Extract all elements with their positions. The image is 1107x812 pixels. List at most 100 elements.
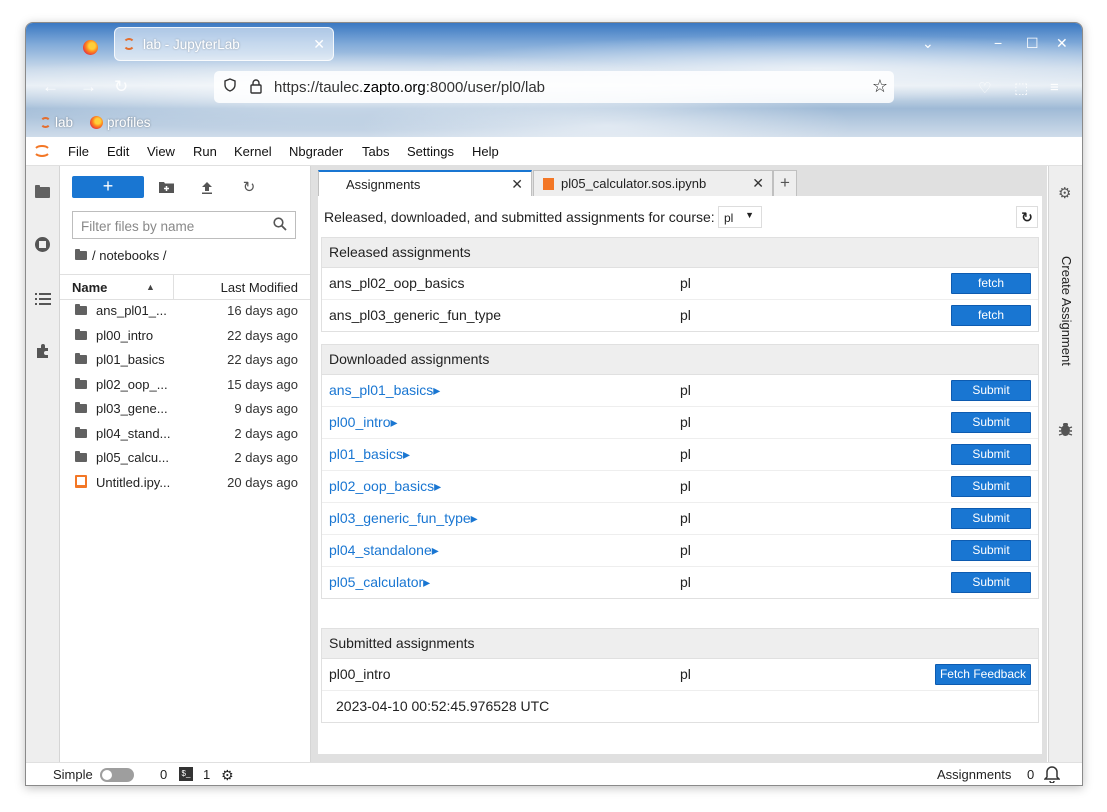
menu-settings[interactable]: Settings <box>407 144 454 159</box>
submit-button[interactable]: Submit <box>951 508 1031 529</box>
lock-icon[interactable] <box>250 79 262 94</box>
pocket-icon[interactable]: ♡ <box>978 79 991 97</box>
file-modified: 2 days ago <box>234 426 298 441</box>
file-browser-panel: + ↻ Filter files by name / notebooks / N… <box>60 166 311 762</box>
folder-icon <box>75 378 87 389</box>
extensions-icon[interactable]: ⬚ <box>1014 79 1028 97</box>
breadcrumb-path[interactable]: / notebooks / <box>92 248 166 263</box>
bell-icon[interactable] <box>1044 766 1060 783</box>
file-row[interactable]: ans_pl01_... 16 days ago <box>60 298 310 322</box>
reload-icon[interactable]: ↻ <box>114 77 128 97</box>
folder-icon <box>75 427 87 438</box>
property-inspector-icon[interactable]: ⚙ <box>1058 184 1071 202</box>
maximize-icon[interactable]: ☐ <box>1026 35 1039 52</box>
extension-manager-icon[interactable] <box>34 342 51 359</box>
column-divider[interactable] <box>173 275 174 299</box>
table-of-contents-icon[interactable] <box>34 290 51 307</box>
bookmark-star-icon[interactable]: ☆ <box>872 76 888 97</box>
submission-timestamp: 2023-04-10 00:52:45.976528 UTC <box>336 698 550 714</box>
submit-button[interactable]: Submit <box>951 444 1031 465</box>
terminal-icon[interactable]: $_ <box>179 767 193 781</box>
tab-list-chevron-icon[interactable]: ⌄ <box>922 35 934 52</box>
file-row[interactable]: Untitled.ipy... 20 days ago <box>60 470 310 494</box>
menu-run[interactable]: Run <box>193 144 217 159</box>
minimize-icon[interactable]: − <box>994 35 1002 51</box>
submit-button[interactable]: Submit <box>951 476 1031 497</box>
assignment-link[interactable]: pl05_calculator▸ <box>329 574 430 591</box>
browser-tab[interactable]: lab - JupyterLab ✕ <box>114 27 334 61</box>
section-title: Released assignments <box>329 244 471 260</box>
menu-nbgrader[interactable]: Nbgrader <box>289 144 343 159</box>
menu-tabs[interactable]: Tabs <box>362 144 389 159</box>
file-name: Untitled.ipy... <box>96 475 171 490</box>
upload-icon[interactable] <box>196 176 218 198</box>
menu-view[interactable]: View <box>147 144 175 159</box>
column-name-header[interactable]: Name <box>72 280 107 295</box>
close-tab-icon[interactable]: ✕ <box>313 36 325 53</box>
simple-mode-toggle[interactable] <box>100 768 134 782</box>
assignment-row: pl00_intro▸ pl Submit <box>322 407 1038 439</box>
file-row[interactable]: pl05_calcu... 2 days ago <box>60 445 310 469</box>
back-icon[interactable]: ← <box>42 77 59 97</box>
fetch-feedback-button[interactable]: Fetch Feedback <box>935 664 1031 685</box>
column-modified-header[interactable]: Last Modified <box>221 280 298 295</box>
notification-count[interactable]: 0 <box>1027 767 1034 782</box>
left-activity-bar <box>26 166 60 762</box>
firefox-view-button[interactable] <box>78 35 102 59</box>
assignment-link[interactable]: pl04_standalone▸ <box>329 542 439 559</box>
menu-edit[interactable]: Edit <box>107 144 129 159</box>
app-menu-icon[interactable]: ≡ <box>1050 79 1059 96</box>
running-sessions-icon[interactable] <box>34 236 51 253</box>
simple-mode-label: Simple <box>53 767 93 782</box>
filter-files-input[interactable]: Filter files by name <box>72 211 296 239</box>
bookmark-lab[interactable]: lab <box>40 115 73 130</box>
cpu-chip-icon[interactable]: ⚙ <box>221 767 234 784</box>
assignment-link[interactable]: pl00_intro▸ <box>329 414 398 431</box>
file-row[interactable]: pl04_stand... 2 days ago <box>60 421 310 445</box>
kernel-count[interactable]: 0 <box>160 767 167 782</box>
close-tab-icon[interactable]: ✕ <box>511 176 523 193</box>
assignment-row: ans_pl03_generic_fun_type pl fetch <box>322 300 1038 331</box>
assignment-link[interactable]: pl02_oop_basics▸ <box>329 478 441 495</box>
refresh-files-icon[interactable]: ↻ <box>238 176 260 198</box>
debugger-icon[interactable] <box>1058 422 1073 440</box>
folder-icon <box>75 329 87 340</box>
status-bar: Simple 0 $_ 1 ⚙ Assignments 0 <box>26 762 1082 785</box>
fetch-button[interactable]: fetch <box>951 305 1031 326</box>
fetch-button[interactable]: fetch <box>951 273 1031 294</box>
menu-file[interactable]: File <box>68 144 89 159</box>
submit-button[interactable]: Submit <box>951 572 1031 593</box>
menu-kernel[interactable]: Kernel <box>234 144 272 159</box>
url-bar[interactable]: https://taulec.zapto.org:8000/user/pl0/l… <box>214 71 894 103</box>
refresh-assignments-button[interactable]: ↻ <box>1016 206 1038 228</box>
file-row[interactable]: pl02_oop_... 15 days ago <box>60 372 310 396</box>
close-tab-icon[interactable]: ✕ <box>752 175 764 192</box>
assignment-course: pl <box>680 414 691 430</box>
file-row[interactable]: pl01_basics 22 days ago <box>60 347 310 371</box>
forward-icon[interactable]: → <box>80 77 97 97</box>
add-tab-button[interactable]: + <box>773 170 797 196</box>
tab-assignments[interactable]: Assignments ✕ <box>318 170 532 196</box>
assignment-link[interactable]: ans_pl01_basics▸ <box>329 382 440 399</box>
file-row[interactable]: pl00_intro 22 days ago <box>60 323 310 347</box>
assignment-link[interactable]: pl01_basics▸ <box>329 446 410 463</box>
submit-button[interactable]: Submit <box>951 540 1031 561</box>
file-browser-tab-icon[interactable] <box>34 184 51 201</box>
tab-pl05-calculator[interactable]: pl05_calculator.sos.ipynb ✕ <box>533 170 773 196</box>
assignment-course: pl <box>680 574 691 590</box>
create-assignment-tab[interactable]: Create Assignment <box>1059 256 1074 366</box>
bookmark-profiles[interactable]: profiles <box>90 115 151 130</box>
new-launcher-button[interactable]: + <box>72 176 144 198</box>
file-modified: 16 days ago <box>227 303 298 318</box>
terminal-count[interactable]: 1 <box>203 767 210 782</box>
new-folder-icon[interactable] <box>155 176 177 198</box>
close-window-icon[interactable]: ✕ <box>1056 35 1068 52</box>
shield-icon[interactable] <box>224 78 236 92</box>
file-row[interactable]: pl03_gene... 9 days ago <box>60 396 310 420</box>
submit-button[interactable]: Submit <box>951 380 1031 401</box>
assignment-link[interactable]: pl03_generic_fun_type▸ <box>329 510 478 527</box>
submit-button[interactable]: Submit <box>951 412 1031 433</box>
course-select[interactable]: pl ▼ <box>718 206 762 228</box>
home-folder-icon[interactable] <box>75 249 87 260</box>
menu-help[interactable]: Help <box>472 144 499 159</box>
